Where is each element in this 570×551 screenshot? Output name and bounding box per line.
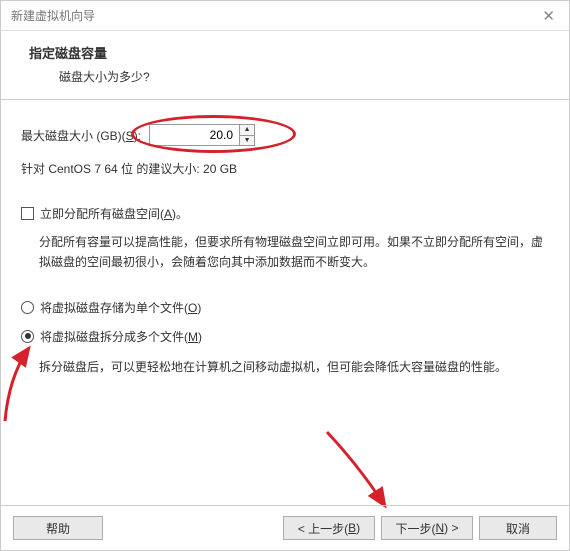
window-title: 新建虚拟机向导 (11, 7, 95, 24)
help-button[interactable]: 帮助 (13, 516, 103, 540)
page-subtitle: 磁盘大小为多少? (59, 68, 551, 85)
disk-size-spinner[interactable]: ▲ ▼ (149, 124, 255, 146)
spinner-down-icon[interactable]: ▼ (240, 136, 254, 146)
recommended-size: 针对 CentOS 7 64 位 的建议大小: 20 GB (21, 160, 549, 177)
single-file-label: 将虚拟磁盘存储为单个文件(O) (40, 299, 201, 316)
button-bar: 帮助 < 上一步(B) 下一步(N) > 取消 (1, 505, 569, 550)
allocate-now-checkbox[interactable] (21, 207, 34, 220)
disk-size-input[interactable] (149, 124, 239, 146)
single-file-radio[interactable] (21, 301, 34, 314)
disk-size-label: 最大磁盘大小 (GB)(S): (21, 127, 141, 144)
annotation-arrow-next (319, 426, 399, 516)
back-button[interactable]: < 上一步(B) (283, 516, 375, 540)
multi-file-radio[interactable] (21, 330, 34, 343)
wizard-header: 指定磁盘容量 磁盘大小为多少? (1, 31, 569, 100)
next-button[interactable]: 下一步(N) > (381, 516, 473, 540)
multi-file-description: 拆分磁盘后，可以更轻松地在计算机之间移动虚拟机，但可能会降低大容量磁盘的性能。 (39, 357, 549, 377)
close-icon[interactable]: ✕ (538, 7, 559, 25)
page-title: 指定磁盘容量 (29, 43, 551, 62)
spinner-up-icon[interactable]: ▲ (240, 125, 254, 136)
allocate-description: 分配所有容量可以提高性能，但要求所有物理磁盘空间立即可用。如果不立即分配所有空间… (39, 232, 549, 273)
multi-file-label: 将虚拟磁盘拆分成多个文件(M) (40, 328, 202, 345)
cancel-button[interactable]: 取消 (479, 516, 557, 540)
allocate-now-label: 立即分配所有磁盘空间(A)。 (40, 205, 188, 222)
